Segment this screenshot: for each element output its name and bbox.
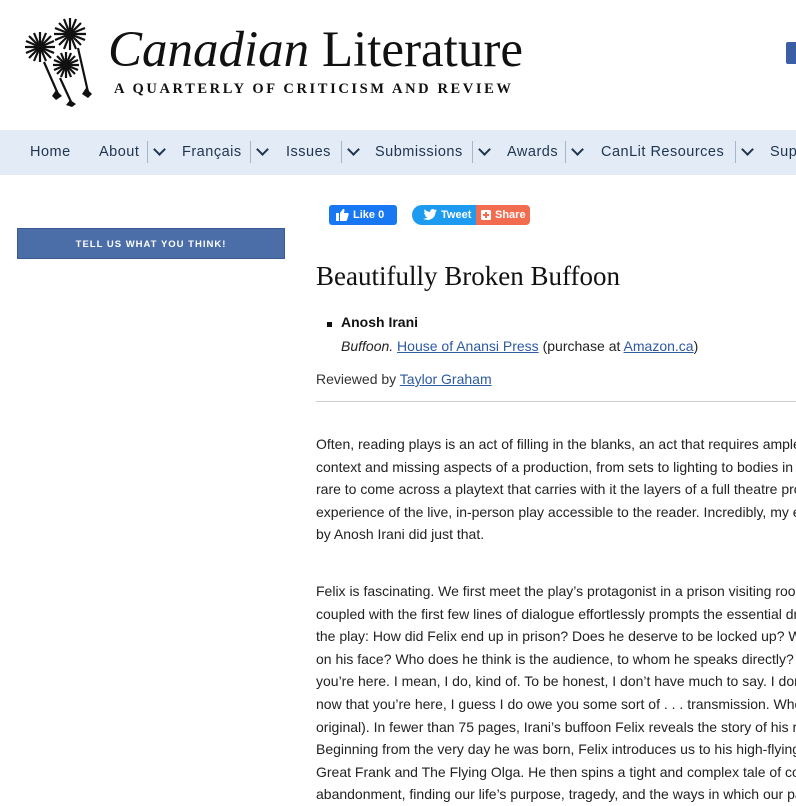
chevron-down-icon[interactable] — [472, 141, 495, 163]
paragraph-line: rare to come across a playtext that carr… — [316, 481, 796, 498]
chevron-down-icon[interactable] — [147, 141, 170, 163]
reviewer-line: Reviewed by Taylor Graham — [316, 371, 492, 387]
site-title-italic[interactable]: Canadian — [108, 22, 309, 78]
nav-item-support[interactable]: Sup — [770, 130, 796, 175]
book-title: Buffoon. — [341, 338, 394, 354]
nav-item-awards[interactable]: Awards — [507, 130, 558, 175]
paragraph-line: Often, reading plays is an act of fillin… — [316, 436, 796, 452]
paragraph-line: abandonment, finding our life’s purpose,… — [316, 786, 796, 803]
book-author: Anosh Irani — [341, 314, 419, 330]
chevron-down-icon[interactable] — [565, 141, 588, 163]
site-header: Canadian Literature A QUARTERLY OF CRITI… — [0, 0, 796, 130]
share-button[interactable]: Share — [476, 205, 530, 225]
nav-item-issues[interactable]: Issues — [286, 130, 331, 175]
like-label: Like 0 — [353, 209, 385, 221]
facebook-like-button[interactable]: Like 0 — [329, 205, 397, 225]
purchase-prefix: (purchase at — [542, 338, 621, 354]
nav-item-home[interactable]: Home — [30, 130, 71, 175]
site-title-regular[interactable]: Literature — [322, 22, 523, 78]
paragraph-line: by Anosh Irani did just that. — [316, 526, 485, 543]
publisher-link[interactable]: House of Anansi Press — [397, 338, 539, 354]
paragraph-line: Beginning from the very day he was born,… — [316, 741, 796, 758]
chevron-down-icon[interactable] — [250, 141, 273, 163]
review-paragraph-1: Often, reading plays is an act of fillin… — [316, 433, 796, 546]
thumbs-up-icon — [336, 208, 349, 221]
plus-icon — [481, 210, 491, 220]
amazon-link[interactable]: Amazon.ca — [624, 338, 694, 354]
site-subtitle: A QUARTERLY OF CRITICISM AND REVIEW — [114, 81, 514, 97]
nav-item-francais[interactable]: Français — [182, 130, 242, 175]
tweet-button[interactable]: Tweet — [412, 205, 478, 225]
dandelion-logo-icon[interactable] — [20, 12, 100, 107]
page-title: Beautifully Broken Buffoon — [316, 261, 620, 291]
nav-item-about[interactable]: About — [99, 130, 139, 175]
nav-item-canlit-resources[interactable]: CanLit Resources — [601, 130, 724, 175]
nav-item-submissions[interactable]: Submissions — [375, 130, 463, 175]
book-details: Buffoon. House of Anansi Press (purchase… — [341, 338, 698, 354]
twitter-bird-icon — [423, 209, 437, 221]
reviewed-by-label: Reviewed by — [316, 371, 397, 387]
divider — [316, 401, 796, 402]
paragraph-line: experience of the live, in-person play a… — [316, 503, 796, 520]
main-navigation: Home About Français Issues Submissions A… — [0, 130, 796, 175]
chevron-down-icon[interactable] — [735, 141, 758, 163]
linkedin-icon[interactable] — [786, 42, 796, 64]
reviewer-link[interactable]: Taylor Graham — [400, 371, 492, 387]
paragraph-line: on his face? Who does he think is the au… — [316, 650, 794, 667]
tweet-label: Tweet — [441, 209, 472, 221]
chevron-down-icon[interactable] — [341, 141, 364, 163]
paragraph-line: Felix is fascinating. We first meet the … — [316, 583, 796, 599]
purchase-suffix: ) — [693, 338, 699, 354]
paragraph-line: Great Frank and The Flying Olga. He then… — [316, 763, 796, 780]
share-label: Share — [495, 209, 526, 221]
paragraph-line: now that you’re here, I guess I do owe y… — [316, 695, 796, 712]
paragraph-line: you’re here. I mean, I do, kind of. To b… — [316, 673, 796, 690]
paragraph-line: the play: How did Felix end up in prison… — [316, 628, 796, 645]
list-bullet — [327, 322, 332, 327]
paragraph-line: context and missing aspects of a product… — [316, 458, 794, 475]
review-paragraph-2: Felix is fascinating. We first meet the … — [316, 580, 796, 806]
paragraph-line: coupled with the first few lines of dial… — [316, 605, 796, 622]
site-title[interactable]: Canadian Literature — [108, 20, 523, 80]
feedback-button[interactable]: TELL US WHAT YOU THINK! — [17, 228, 285, 259]
paragraph-line: original). In fewer than 75 pages, Irani… — [316, 718, 796, 735]
